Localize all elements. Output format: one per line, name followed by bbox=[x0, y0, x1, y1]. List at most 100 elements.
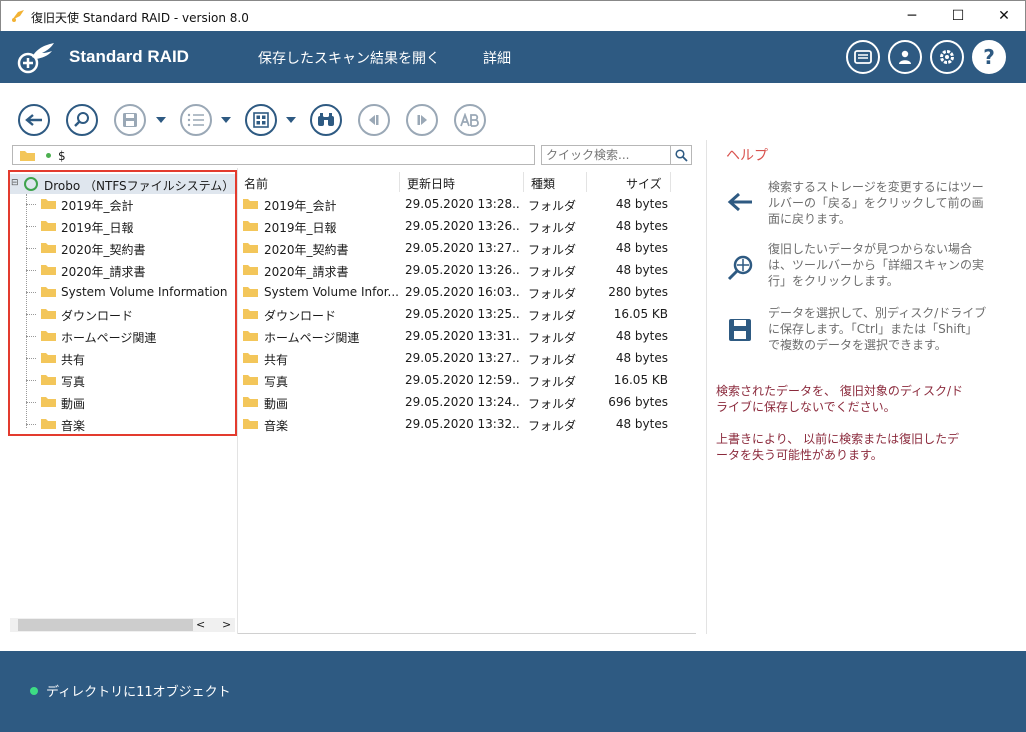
tree-item[interactable]: ダウンロード bbox=[10, 303, 235, 325]
table-row[interactable]: ホームページ関連 29.05.2020 13:31... フォルダ 48 bytes bbox=[238, 325, 696, 347]
table-row[interactable]: ダウンロード 29.05.2020 13:25... フォルダ 16.05 KB bbox=[238, 303, 696, 325]
table-row[interactable]: 2020年_請求書 29.05.2020 13:26... フォルダ 48 bytes bbox=[238, 259, 696, 281]
quick-search-input[interactable] bbox=[541, 145, 671, 165]
tree-item[interactable]: 2019年_会計 bbox=[10, 193, 235, 215]
collapse-icon[interactable]: ⊟ bbox=[11, 178, 19, 188]
scroll-left-icon[interactable]: < bbox=[196, 618, 205, 631]
brand-name: Standard RAID bbox=[69, 47, 189, 66]
table-row[interactable]: 写真 29.05.2020 12:59... フォルダ 16.05 KB bbox=[238, 369, 696, 391]
tree-item[interactable]: 共有 bbox=[10, 347, 235, 369]
table-row[interactable]: 動画 29.05.2020 13:24... フォルダ 696 bytes bbox=[238, 391, 696, 413]
log-icon bbox=[854, 50, 872, 64]
file-list-header: 名前 更新日時 種類 サイズ bbox=[238, 170, 696, 194]
cell-modified: 29.05.2020 13:31... bbox=[405, 329, 519, 343]
folder-icon bbox=[41, 243, 56, 253]
close-button[interactable]: ✕ bbox=[981, 1, 1026, 31]
tree-item[interactable]: 写真 bbox=[10, 369, 235, 391]
prev-icon bbox=[369, 115, 379, 125]
tree-item[interactable]: ホームページ関連 bbox=[10, 325, 235, 347]
next-button[interactable] bbox=[406, 104, 438, 136]
table-row[interactable]: 音楽 29.05.2020 13:32... フォルダ 48 bytes bbox=[238, 413, 696, 435]
cell-size: 48 bytes bbox=[615, 219, 668, 233]
table-row[interactable]: 共有 29.05.2020 13:27... フォルダ 48 bytes bbox=[238, 347, 696, 369]
cell-modified: 29.05.2020 13:32... bbox=[405, 417, 519, 431]
scroll-right-icon[interactable]: > bbox=[222, 618, 231, 631]
cell-type: フォルダ bbox=[528, 199, 577, 213]
cell-type: フォルダ bbox=[528, 309, 577, 323]
cell-size: 16.05 KB bbox=[613, 373, 668, 387]
save-button[interactable] bbox=[114, 104, 146, 136]
drive-status-dot bbox=[46, 153, 51, 158]
folder-icon bbox=[41, 397, 56, 407]
cell-name: 音楽 bbox=[264, 419, 289, 433]
scrollbar-thumb[interactable] bbox=[18, 619, 193, 631]
title-bar: 復旧天使 Standard RAID - version 8.0 ─ ☐ ✕ bbox=[0, 0, 1026, 31]
tree-root-drive[interactable]: ⊟ Drobo （NTFSファイルシステム） bbox=[10, 174, 235, 194]
cell-size: 280 bytes bbox=[608, 285, 668, 299]
folder-icon bbox=[243, 243, 258, 253]
tree-item[interactable]: 2019年_日報 bbox=[10, 215, 235, 237]
previous-button[interactable] bbox=[358, 104, 390, 136]
tree-item-label: System Volume Information bbox=[61, 285, 228, 299]
column-modified[interactable]: 更新日時 bbox=[407, 175, 455, 192]
menu-open-saved-scan[interactable]: 保存したスキャン結果を開く bbox=[258, 48, 440, 68]
table-row[interactable]: System Volume Infor... 29.05.2020 16:03..… bbox=[238, 281, 696, 303]
grid-view-button[interactable] bbox=[245, 104, 277, 136]
folder-icon bbox=[41, 221, 56, 231]
gear-icon bbox=[940, 50, 954, 64]
table-row[interactable]: 2020年_契約書 29.05.2020 13:27... フォルダ 48 bytes bbox=[238, 237, 696, 259]
tree-item[interactable]: 動画 bbox=[10, 391, 235, 413]
folder-icon bbox=[41, 331, 56, 341]
menu-details[interactable]: 詳細 bbox=[483, 48, 511, 68]
log-button[interactable] bbox=[846, 40, 880, 74]
cell-type: フォルダ bbox=[528, 265, 577, 279]
maximize-button[interactable]: ☐ bbox=[935, 1, 981, 31]
folder-icon bbox=[41, 375, 56, 385]
column-type[interactable]: 種類 bbox=[531, 175, 555, 192]
minimize-button[interactable]: ─ bbox=[889, 1, 935, 31]
folder-icon bbox=[243, 397, 258, 407]
help-button[interactable]: ? bbox=[972, 40, 1006, 74]
tree-item-label: 共有 bbox=[61, 353, 86, 367]
cell-modified: 29.05.2020 13:26... bbox=[405, 263, 519, 277]
toolbar bbox=[0, 83, 1026, 145]
tree-horizontal-scrollbar[interactable]: < > bbox=[10, 618, 235, 632]
cell-modified: 29.05.2020 13:28... bbox=[405, 197, 519, 211]
column-size[interactable]: サイズ bbox=[626, 175, 662, 192]
cell-name: System Volume Infor... bbox=[264, 285, 399, 299]
table-row[interactable]: 2019年_日報 29.05.2020 13:26... フォルダ 48 bytes bbox=[238, 215, 696, 237]
tree-item[interactable]: 2020年_契約書 bbox=[10, 237, 235, 259]
folder-icon bbox=[243, 375, 258, 385]
filename-button[interactable] bbox=[454, 104, 486, 136]
tree-item[interactable]: System Volume Information bbox=[10, 281, 235, 303]
grid-view-dropdown-arrow[interactable] bbox=[286, 117, 296, 123]
help-title: ヘルプ bbox=[726, 148, 768, 164]
save-dropdown-arrow[interactable] bbox=[156, 117, 166, 123]
find-button[interactable] bbox=[310, 104, 342, 136]
status-text: ディレクトリに11オブジェクト bbox=[46, 685, 231, 700]
tree-item[interactable]: 音楽 bbox=[10, 413, 235, 435]
cell-name: 写真 bbox=[264, 375, 289, 389]
magnifier-icon bbox=[674, 148, 688, 162]
path-bar[interactable]: $ bbox=[12, 145, 535, 165]
back-button[interactable] bbox=[18, 104, 50, 136]
account-button[interactable] bbox=[888, 40, 922, 74]
folder-icon bbox=[243, 419, 258, 429]
list-view-button[interactable] bbox=[180, 104, 212, 136]
tree-item[interactable]: 2020年_請求書 bbox=[10, 259, 235, 281]
quick-search-button[interactable] bbox=[671, 145, 692, 165]
help-splitter bbox=[706, 140, 707, 634]
deep-scan-button[interactable] bbox=[66, 104, 98, 136]
cell-type: フォルダ bbox=[528, 287, 577, 301]
help-warning-overwrite: 上書きにより、 以前に検索または復旧したデータを失う可能性があります。 bbox=[716, 432, 960, 462]
app-header: Standard RAID 保存したスキャン結果を開く 詳細 ? bbox=[0, 31, 1026, 83]
list-view-dropdown-arrow[interactable] bbox=[221, 117, 231, 123]
column-name[interactable]: 名前 bbox=[244, 175, 268, 192]
table-row[interactable]: 2019年_会計 29.05.2020 13:28... フォルダ 48 bytes bbox=[238, 193, 696, 215]
cell-modified: 29.05.2020 16:03... bbox=[405, 285, 519, 299]
cell-modified: 29.05.2020 13:25... bbox=[405, 307, 519, 321]
cell-name: 2020年_契約書 bbox=[264, 243, 349, 257]
folder-icon bbox=[243, 265, 258, 275]
settings-button[interactable] bbox=[930, 40, 964, 74]
folder-icon bbox=[243, 199, 258, 209]
